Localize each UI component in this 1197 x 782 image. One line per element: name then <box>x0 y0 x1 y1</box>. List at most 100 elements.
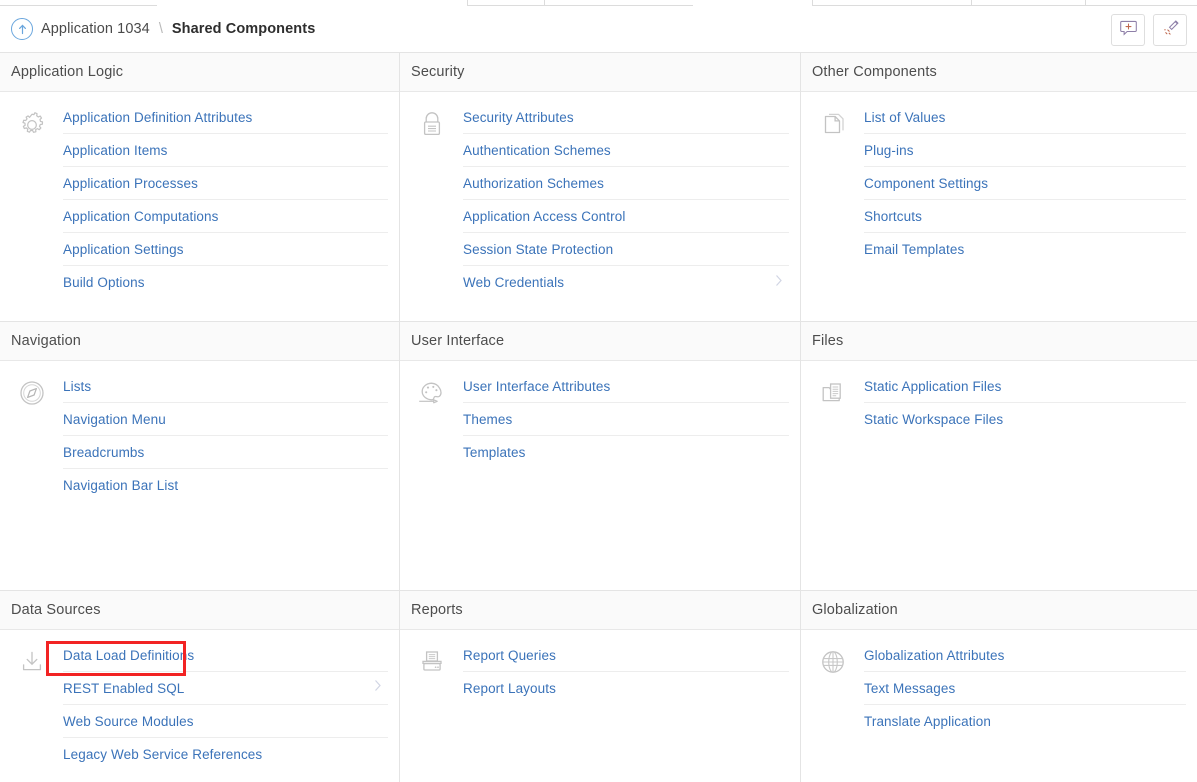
panel-item-list: User Interface Attributes Themes Templat… <box>463 370 800 469</box>
panel-application-logic: Application Logic Application Definition… <box>0 53 400 322</box>
panel-item-list: Report Queries Report Layouts <box>463 639 800 705</box>
list-item[interactable]: REST Enabled SQL <box>63 672 388 705</box>
list-item[interactable]: Templates <box>463 436 789 469</box>
link-web-source-modules[interactable]: Web Source Modules <box>63 714 194 729</box>
list-item[interactable]: Application Items <box>63 134 388 167</box>
list-item[interactable]: Component Settings <box>864 167 1186 200</box>
link-lists[interactable]: Lists <box>63 379 91 394</box>
list-item[interactable]: List of Values <box>864 101 1186 134</box>
copy-pages-icon <box>801 101 864 266</box>
header-actions <box>1111 14 1187 46</box>
feedback-button[interactable] <box>1111 14 1145 46</box>
panel-title: Security <box>411 64 465 80</box>
list-item[interactable]: Static Application Files <box>864 370 1186 403</box>
link-web-credentials[interactable]: Web Credentials <box>463 275 564 290</box>
list-item[interactable]: Application Settings <box>63 233 388 266</box>
panel-body: User Interface Attributes Themes Templat… <box>400 361 800 469</box>
list-item[interactable]: Application Computations <box>63 200 388 233</box>
link-globalization-attributes[interactable]: Globalization Attributes <box>864 648 1004 663</box>
panel-header: Files <box>801 322 1197 361</box>
link-data-load-definitions[interactable]: Data Load Definitions <box>63 648 194 663</box>
panel-item-list: Globalization Attributes Text Messages T… <box>864 639 1197 738</box>
panel-header: Application Logic <box>0 53 399 92</box>
list-item[interactable]: Web Source Modules <box>63 705 388 738</box>
link-email-templates[interactable]: Email Templates <box>864 242 964 257</box>
panel-body: Static Application Files Static Workspac… <box>801 361 1197 436</box>
link-rest-enabled-sql[interactable]: REST Enabled SQL <box>63 681 184 696</box>
list-item[interactable]: Web Credentials <box>463 266 789 299</box>
link-static-workspace-files[interactable]: Static Workspace Files <box>864 412 1003 427</box>
chevron-right-icon[interactable] <box>772 271 786 294</box>
link-text-messages[interactable]: Text Messages <box>864 681 955 696</box>
link-session-state-protection[interactable]: Session State Protection <box>463 242 613 257</box>
list-item[interactable]: User Interface Attributes <box>463 370 789 403</box>
shared-components-grid: Application Logic Application Definition… <box>0 53 1197 782</box>
list-item[interactable]: Lists <box>63 370 388 403</box>
link-component-settings[interactable]: Component Settings <box>864 176 988 191</box>
list-item[interactable]: Application Definition Attributes <box>63 101 388 134</box>
list-item[interactable]: Security Attributes <box>463 101 789 134</box>
panel-user-interface: User Interface User Interface Attributes… <box>400 322 801 591</box>
link-shortcuts[interactable]: Shortcuts <box>864 209 922 224</box>
list-item[interactable]: Authorization Schemes <box>463 167 789 200</box>
link-translate-application[interactable]: Translate Application <box>864 714 991 729</box>
link-report-queries[interactable]: Report Queries <box>463 648 556 663</box>
list-item[interactable]: Session State Protection <box>463 233 789 266</box>
link-authentication-schemes[interactable]: Authentication Schemes <box>463 143 611 158</box>
arrow-up-circle-icon[interactable] <box>11 18 33 40</box>
list-item[interactable]: Data Load Definitions <box>63 639 388 672</box>
link-user-interface-attributes[interactable]: User Interface Attributes <box>463 379 610 394</box>
breadcrumb-separator: \ <box>158 21 163 37</box>
panel-header: Security <box>400 53 800 92</box>
link-templates[interactable]: Templates <box>463 445 525 460</box>
list-item[interactable]: Authentication Schemes <box>463 134 789 167</box>
link-application-definition-attributes[interactable]: Application Definition Attributes <box>63 110 252 125</box>
list-item[interactable]: Navigation Bar List <box>63 469 388 502</box>
link-application-settings[interactable]: Application Settings <box>63 242 184 257</box>
list-item[interactable]: Legacy Web Service References <box>63 738 388 771</box>
compass-icon <box>0 370 63 502</box>
link-themes[interactable]: Themes <box>463 412 512 427</box>
panel-title: Navigation <box>11 333 82 349</box>
link-authorization-schemes[interactable]: Authorization Schemes <box>463 176 604 191</box>
panel-header: Reports <box>400 591 800 630</box>
comment-add-icon <box>1119 18 1138 42</box>
link-security-attributes[interactable]: Security Attributes <box>463 110 574 125</box>
panel-security: Security Security Attributes Authenticat… <box>400 53 801 322</box>
globe-icon <box>801 639 864 738</box>
list-item[interactable]: Themes <box>463 403 789 436</box>
list-item[interactable]: Static Workspace Files <box>864 403 1186 436</box>
link-application-processes[interactable]: Application Processes <box>63 176 198 191</box>
link-application-access-control[interactable]: Application Access Control <box>463 209 625 224</box>
list-item[interactable]: Navigation Menu <box>63 403 388 436</box>
link-report-layouts[interactable]: Report Layouts <box>463 681 556 696</box>
gear-icon <box>0 101 63 299</box>
link-navigation-menu[interactable]: Navigation Menu <box>63 412 166 427</box>
list-item[interactable]: Shortcuts <box>864 200 1186 233</box>
panel-data-sources: Data Sources Data Load Definitions REST … <box>0 591 400 782</box>
link-legacy-web-service-references[interactable]: Legacy Web Service References <box>63 747 262 762</box>
chevron-right-icon[interactable] <box>371 677 385 700</box>
list-item[interactable]: Plug-ins <box>864 134 1186 167</box>
list-item[interactable]: Application Access Control <box>463 200 789 233</box>
list-item[interactable]: Report Layouts <box>463 672 789 705</box>
link-static-application-files[interactable]: Static Application Files <box>864 379 1001 394</box>
link-breadcrumbs[interactable]: Breadcrumbs <box>63 445 144 460</box>
list-item[interactable]: Report Queries <box>463 639 789 672</box>
list-item[interactable]: Text Messages <box>864 672 1186 705</box>
link-navigation-bar-list[interactable]: Navigation Bar List <box>63 478 178 493</box>
breadcrumb-application[interactable]: Application 1034 <box>41 21 150 37</box>
panel-body: Lists Navigation Menu Breadcrumbs Naviga… <box>0 361 399 502</box>
link-plug-ins[interactable]: Plug-ins <box>864 143 914 158</box>
list-item[interactable]: Application Processes <box>63 167 388 200</box>
list-item[interactable]: Translate Application <box>864 705 1186 738</box>
list-item[interactable]: Breadcrumbs <box>63 436 388 469</box>
link-list-of-values[interactable]: List of Values <box>864 110 945 125</box>
list-item[interactable]: Build Options <box>63 266 388 299</box>
utilities-button[interactable] <box>1153 14 1187 46</box>
link-application-items[interactable]: Application Items <box>63 143 168 158</box>
link-application-computations[interactable]: Application Computations <box>63 209 219 224</box>
list-item[interactable]: Globalization Attributes <box>864 639 1186 672</box>
list-item[interactable]: Email Templates <box>864 233 1186 266</box>
link-build-options[interactable]: Build Options <box>63 275 145 290</box>
